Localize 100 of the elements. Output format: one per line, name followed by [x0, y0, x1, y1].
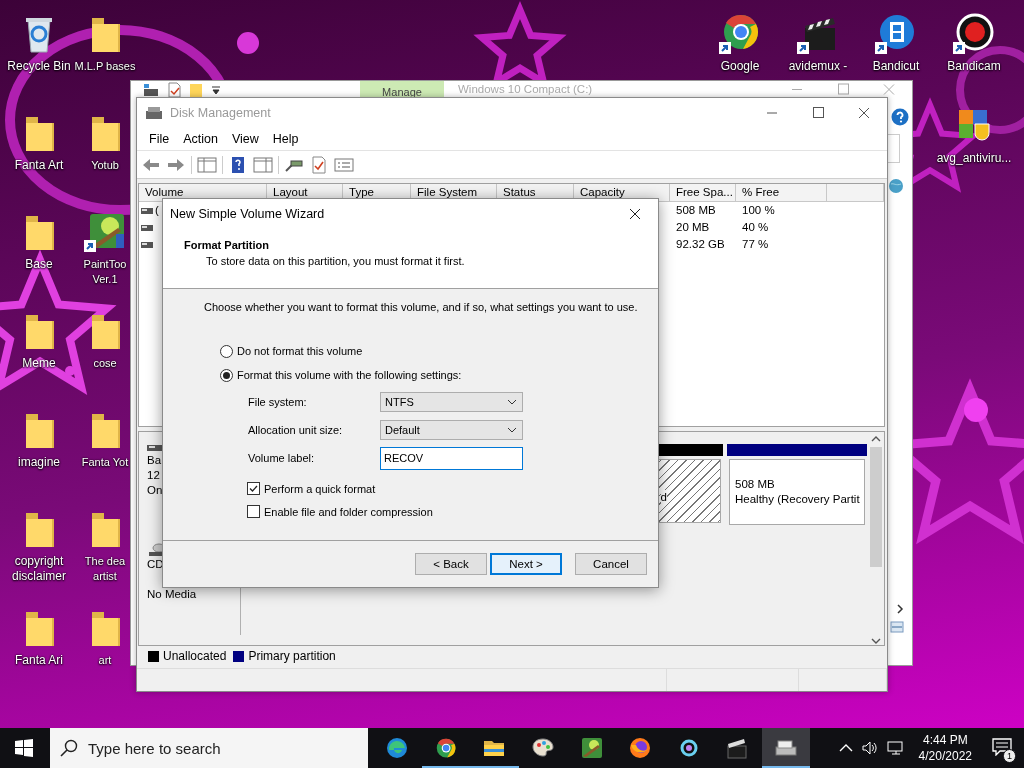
- icon-label: PaintToo Ver.1: [83, 257, 127, 287]
- icon-label: Fanta Yot: [81, 455, 129, 470]
- drive-icon: [141, 206, 153, 215]
- radio-button[interactable]: [220, 344, 233, 358]
- caret-icon: [507, 399, 517, 405]
- checkbox-label[interactable]: Enable file and folder compression: [264, 505, 433, 518]
- dialog-button[interactable]: Next >: [490, 553, 562, 575]
- page-heading: Format Partition: [184, 239, 270, 252]
- checkbox[interactable]: [247, 505, 260, 518]
- option-label[interactable]: Format this volume with the following settings:: [237, 369, 462, 381]
- disk-info-text: Ba: [147, 453, 163, 468]
- network-icon[interactable]: [886, 740, 905, 756]
- icon-label: imagine: [18, 455, 60, 470]
- dropdown[interactable]: Default: [380, 420, 523, 440]
- menu-item[interactable]: Action: [176, 128, 225, 150]
- icon-label: Yotub: [91, 158, 119, 173]
- clock-date[interactable]: 4/20/2022: [918, 748, 972, 764]
- dot-decoration: [237, 32, 259, 54]
- drive-icon: [141, 223, 153, 232]
- column-header[interactable]: % Free: [736, 184, 827, 201]
- icon-label: The dea artist: [84, 554, 126, 584]
- globe-icon: [887, 178, 904, 194]
- icon-label: Recycle Bin: [7, 59, 71, 74]
- option-label[interactable]: Do not format this volume: [237, 345, 363, 357]
- help-icon[interactable]: [890, 108, 909, 126]
- scroll-up-icon[interactable]: [870, 435, 881, 443]
- table-cell-text: (: [155, 203, 159, 218]
- drive-icon[interactable]: [143, 82, 159, 97]
- instruction-text: Choose whether you want to format this volume, and if so, what settings you want to use.: [204, 301, 639, 314]
- disk-info-text: On: [147, 483, 164, 498]
- dialog-button[interactable]: < Back: [415, 553, 487, 575]
- icon-label: Google: [720, 59, 760, 74]
- icon-label: copyright disclaimer: [12, 554, 66, 584]
- partition-block[interactable]: 508 MB Healthy (Recovery Partit: [729, 459, 865, 525]
- notification-badge: 1: [1003, 748, 1016, 763]
- panel-icon[interactable]: [253, 155, 273, 174]
- page-subheading: To store data on this partition, you must format it first.: [206, 255, 466, 268]
- dropdown-icon[interactable]: [211, 84, 221, 95]
- field-label: File system:: [248, 396, 308, 408]
- column-header[interactable]: Free Spa...: [670, 184, 736, 201]
- field-label: Volume label:: [248, 452, 316, 464]
- film-icon[interactable]: [875, 12, 917, 54]
- caret-icon: [507, 427, 517, 433]
- radio-button[interactable]: [220, 368, 233, 382]
- drive-icon: [145, 106, 163, 120]
- legend-label: Primary partition: [248, 649, 336, 663]
- table-cell-text: 508 MB: [675, 203, 717, 218]
- icon-label: M.L.P bases: [74, 59, 136, 74]
- browser-icon: [385, 736, 410, 760]
- menu-item[interactable]: Help: [265, 128, 306, 150]
- taskbar-button[interactable]: [761, 728, 811, 768]
- menu-item[interactable]: File: [142, 128, 177, 150]
- search-input[interactable]: Type here to search: [88, 739, 348, 757]
- table-cell-text: 77 %: [741, 237, 770, 252]
- scrollbar-thumb[interactable]: [869, 447, 882, 567]
- show-hidden-icons-icon[interactable]: [838, 743, 853, 753]
- dot-decoration: [65, 366, 75, 376]
- browser-icon[interactable]: [719, 12, 761, 54]
- icon-label: Bandicut: [872, 59, 920, 74]
- menu-item[interactable]: View: [224, 128, 266, 150]
- record-icon[interactable]: [953, 12, 995, 54]
- checkbox-label[interactable]: Perform a quick format: [264, 482, 376, 495]
- table-cell-text: 100 %: [741, 203, 776, 218]
- table-cell-text: 92.32 GB: [675, 237, 726, 252]
- search-icon: [60, 739, 78, 757]
- painting-app-icon: [579, 736, 604, 760]
- dialog-button[interactable]: Cancel: [575, 553, 647, 575]
- window-title: Disk Management: [170, 106, 272, 120]
- icon-label: Fanta Ari: [15, 653, 63, 668]
- checkbox[interactable]: [247, 482, 260, 495]
- document-check-icon[interactable]: [167, 81, 181, 98]
- field-label: Allocation unit size:: [248, 424, 344, 436]
- document-check-icon[interactable]: [309, 155, 329, 174]
- icon-label: art: [98, 653, 112, 668]
- dropdown[interactable]: NTFS: [380, 392, 523, 412]
- table-cell-text: 40 %: [741, 220, 770, 235]
- partition-text: d: [660, 489, 667, 505]
- icon-label: Bandicam: [947, 59, 1001, 74]
- icon-label: cose: [93, 356, 117, 371]
- icon-label: Fanta Art: [14, 158, 64, 173]
- clapperboard-icon: [725, 736, 750, 760]
- clock-time[interactable]: 4:44 PM: [922, 732, 968, 748]
- scroll-down-icon[interactable]: [870, 637, 881, 645]
- icon-label: avg_antiviru...: [936, 151, 1012, 166]
- table-cell-text: 20 MB: [675, 220, 711, 235]
- icon-label: Meme: [22, 356, 56, 371]
- legend-label: Unallocated: [163, 649, 227, 663]
- palette-icon: [531, 736, 556, 760]
- window-title: Windows 10 Compact (C:): [458, 82, 594, 97]
- text-field[interactable]: RECOV: [380, 446, 523, 470]
- windows-start-icon[interactable]: [14, 738, 34, 758]
- browser-icon: [628, 736, 653, 760]
- icon-label: Base: [25, 257, 53, 272]
- drive-icon: [141, 240, 153, 249]
- dot-decoration: [964, 398, 988, 422]
- volume-icon[interactable]: [860, 740, 879, 756]
- chevron-icon[interactable]: [894, 603, 905, 615]
- panel-icon[interactable]: [197, 155, 217, 174]
- dialog-title: New Simple Volume Wizard: [170, 207, 326, 221]
- search-field[interactable]: Type here to search: [50, 728, 368, 768]
